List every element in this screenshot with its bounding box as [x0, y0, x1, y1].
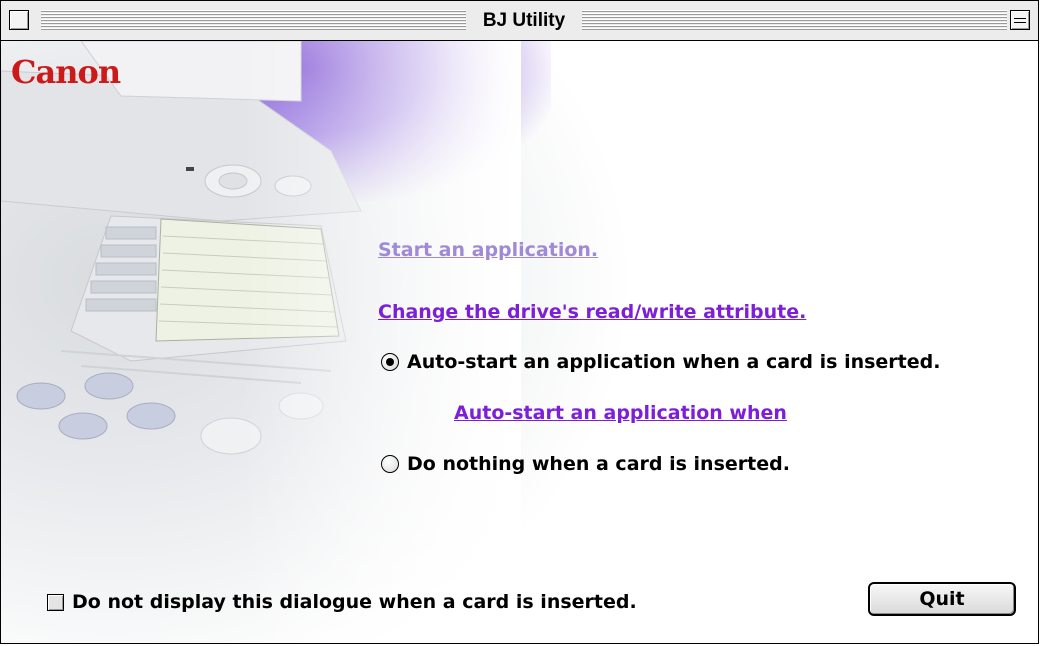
auto-start-radio[interactable] [381, 353, 399, 371]
auto-start-application-link[interactable]: Auto-start an application when [454, 402, 787, 424]
bj-utility-window: BJ Utility Canon Start an application. C… [0, 0, 1039, 644]
printer-illustration [1, 41, 521, 643]
canon-logo: Canon [11, 53, 121, 91]
quit-button[interactable]: Quit [868, 582, 1016, 616]
do-nothing-option[interactable]: Do nothing when a card is inserted. [381, 453, 790, 475]
window-title: BJ Utility [482, 10, 566, 31]
do-nothing-label: Do nothing when a card is inserted. [407, 453, 790, 475]
dont-display-label: Do not display this dialogue when a card… [72, 591, 637, 613]
collapse-box[interactable] [1010, 10, 1030, 30]
auto-start-option[interactable]: Auto-start an application when a card is… [381, 351, 940, 373]
close-box[interactable] [9, 10, 29, 30]
auto-start-label: Auto-start an application when a card is… [407, 351, 941, 373]
dialog-content: Canon Start an application. Change the d… [1, 41, 1038, 643]
start-application-link[interactable]: Start an application. [378, 239, 598, 261]
dont-display-option[interactable]: Do not display this dialogue when a card… [47, 591, 637, 613]
do-nothing-radio[interactable] [381, 455, 399, 473]
title-bar-stripes-right [582, 10, 1007, 30]
title-bar-stripes-left [41, 10, 466, 30]
dont-display-checkbox[interactable] [47, 593, 64, 611]
change-attribute-link[interactable]: Change the drive's read/write attribute. [378, 301, 806, 323]
title-bar[interactable]: BJ Utility [1, 1, 1038, 41]
